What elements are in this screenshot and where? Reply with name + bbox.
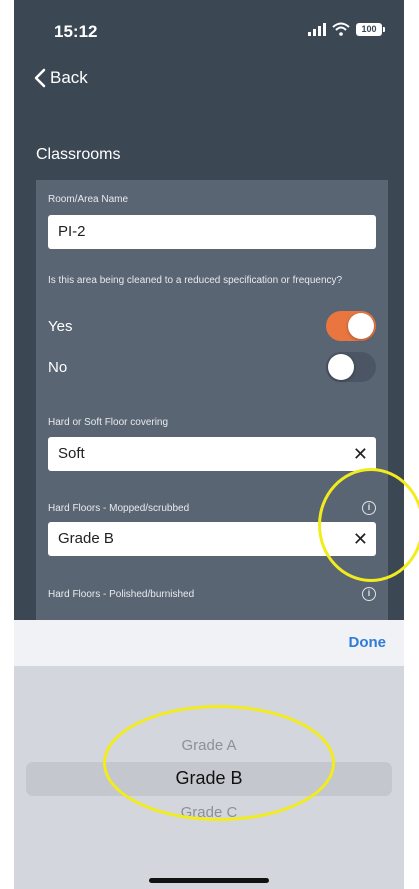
mopped-value: Grade B xyxy=(58,530,114,547)
room-name-value: PI-2 xyxy=(58,223,86,240)
polished-label: Hard Floors - Polished/burnished xyxy=(48,589,195,600)
yes-toggle[interactable] xyxy=(326,311,376,341)
status-icons: 100 xyxy=(308,22,385,36)
home-indicator xyxy=(149,878,269,883)
clear-icon[interactable]: ✕ xyxy=(343,437,368,471)
picker-option-selected[interactable]: Grade B xyxy=(14,768,404,789)
room-name-input[interactable]: PI-2 xyxy=(48,215,376,249)
section-title: Classrooms xyxy=(36,146,121,163)
app-screen: 15:12 100 Back Classrooms Room/Area Name xyxy=(14,0,404,889)
picker-option[interactable]: Grade C xyxy=(14,804,404,821)
done-button[interactable]: Done xyxy=(349,634,387,651)
form-card: Room/Area Name PI-2 Is this area being c… xyxy=(36,180,388,620)
back-label: Back xyxy=(50,68,88,87)
signal-icon xyxy=(308,22,326,36)
floor-covering-value: Soft xyxy=(58,445,85,462)
room-name-label: Room/Area Name xyxy=(48,194,129,205)
info-icon[interactable]: i xyxy=(362,587,376,601)
floor-covering-field[interactable]: Soft ✕ xyxy=(48,437,376,471)
mopped-field[interactable]: Grade B ✕ xyxy=(48,522,376,556)
no-toggle[interactable] xyxy=(326,352,376,382)
status-time: 15:12 xyxy=(54,22,98,41)
back-button[interactable]: Back xyxy=(34,68,88,88)
no-label: No xyxy=(48,359,68,376)
grade-picker[interactable]: Grade A Grade B Grade C xyxy=(14,667,404,889)
picker-toolbar: Done xyxy=(14,620,404,667)
battery-level: 100 xyxy=(361,23,377,34)
picker-option[interactable]: Grade A xyxy=(14,737,404,754)
chevron-left-icon xyxy=(34,68,46,88)
toggle-knob xyxy=(328,354,354,380)
clear-icon[interactable]: ✕ xyxy=(343,522,368,556)
mopped-label: Hard Floors - Mopped/scrubbed xyxy=(48,503,190,514)
toggle-knob xyxy=(348,313,374,339)
nav-bar: Back xyxy=(14,60,404,100)
floor-covering-label: Hard or Soft Floor covering xyxy=(48,417,169,428)
wifi-icon xyxy=(332,22,350,36)
battery-icon: 100 xyxy=(356,22,385,36)
yes-label: Yes xyxy=(48,318,73,335)
reduced-spec-question: Is this area being cleaned to a reduced … xyxy=(48,275,343,286)
status-bar: 15:12 100 xyxy=(14,0,404,60)
info-icon[interactable]: i xyxy=(362,501,376,515)
